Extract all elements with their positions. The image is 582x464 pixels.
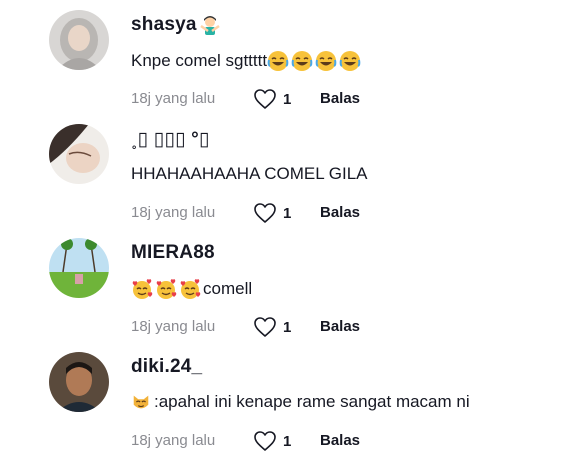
avatar[interactable] — [49, 124, 109, 184]
comment-username[interactable]: ˳▯ ▯▯▯ °▯ — [131, 128, 210, 151]
cat-face-emoji — [131, 392, 151, 412]
like-count: 1 — [283, 204, 292, 222]
comment-item: ˳▯ ▯▯▯ °▯ HHAHAAHAAHA COMEL GILA 18j yan… — [0, 124, 582, 236]
avatar[interactable] — [49, 10, 109, 70]
avatar[interactable] — [49, 352, 109, 412]
person-gesturing-no-emoji — [199, 14, 221, 36]
like-button[interactable]: 1 — [253, 201, 291, 225]
reply-button[interactable]: Balas — [320, 204, 360, 221]
comment-text: comell — [131, 278, 252, 300]
face-with-tears-of-joy-emoji — [339, 50, 361, 72]
avatar[interactable] — [49, 238, 109, 298]
comment-item: MIERA88 comell 18j yang lalu 1 Balas — [0, 238, 582, 350]
like-count: 1 — [283, 432, 292, 450]
reply-button[interactable]: Balas — [320, 90, 360, 107]
reply-button[interactable]: Balas — [320, 432, 360, 449]
smiling-face-with-hearts-emoji — [131, 278, 153, 300]
like-count: 1 — [283, 90, 292, 108]
like-button[interactable]: 1 — [253, 429, 291, 453]
comment-timestamp: 18j yang lalu — [131, 90, 216, 107]
face-with-tears-of-joy-emoji — [267, 50, 289, 72]
like-count: 1 — [283, 318, 292, 336]
like-button[interactable]: 1 — [253, 315, 291, 339]
comment-username[interactable]: diki.24_ — [131, 356, 202, 378]
reply-button[interactable]: Balas — [320, 318, 360, 335]
heart-icon — [254, 89, 276, 109]
heart-icon — [254, 203, 276, 223]
heart-icon — [254, 317, 276, 337]
comment-timestamp: 18j yang lalu — [131, 432, 216, 449]
comment-timestamp: 18j yang lalu — [131, 318, 216, 335]
comment-item: shasya Knpe comel sgttttt 18j yang lalu … — [0, 10, 582, 122]
comment-username[interactable]: MIERA88 — [131, 242, 215, 264]
comment-text: :apahal ini kenape rame sangat macam ni — [131, 392, 470, 412]
face-with-tears-of-joy-emoji — [315, 50, 337, 72]
smiling-face-with-hearts-emoji — [179, 278, 201, 300]
comment-item: diki.24_ :apahal ini kenape rame sangat … — [0, 352, 582, 464]
comment-timestamp: 18j yang lalu — [131, 204, 216, 221]
heart-icon — [254, 431, 276, 451]
comment-username[interactable]: shasya — [131, 14, 223, 36]
smiling-face-with-hearts-emoji — [155, 278, 177, 300]
like-button[interactable]: 1 — [253, 87, 291, 111]
face-with-tears-of-joy-emoji — [291, 50, 313, 72]
comment-text: HHAHAAHAAHA COMEL GILA — [131, 164, 368, 183]
comment-text: Knpe comel sgttttt — [131, 50, 363, 72]
